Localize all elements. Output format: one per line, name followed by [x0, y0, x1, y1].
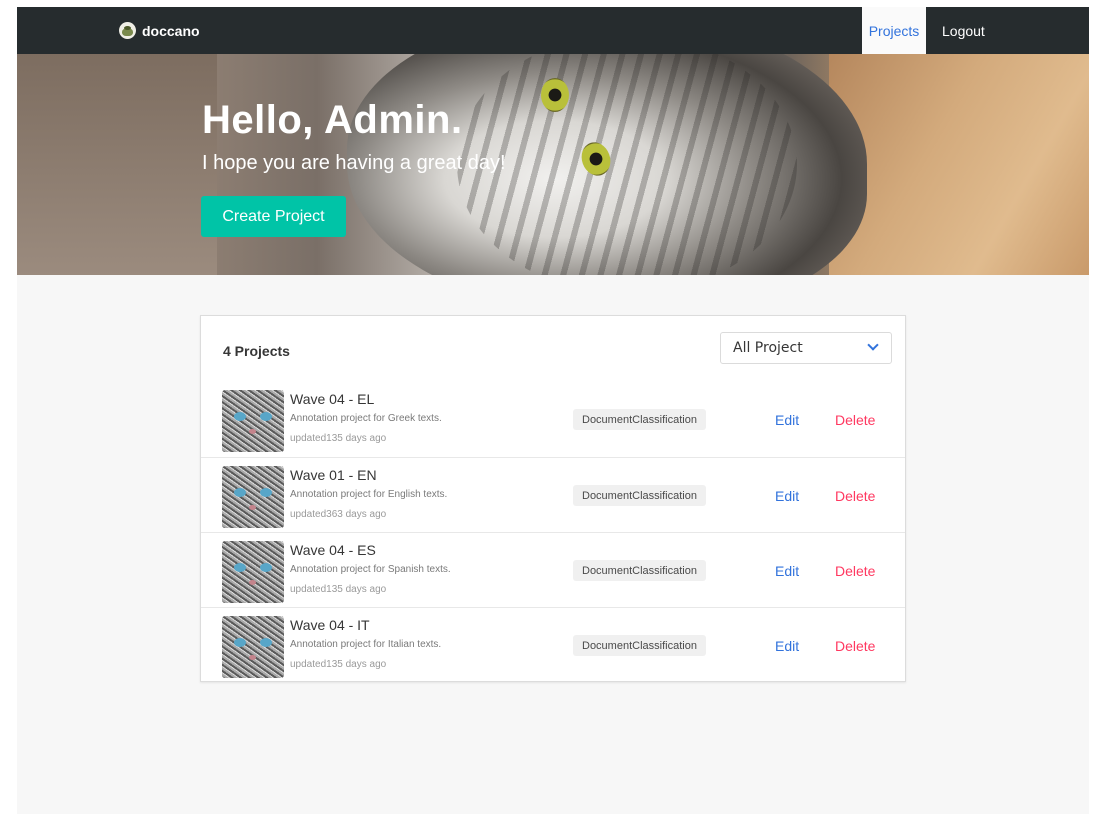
- project-type-tag: DocumentClassification: [573, 409, 706, 430]
- cat-eye-left: [541, 78, 569, 112]
- project-title[interactable]: Wave 01 - EN: [290, 467, 377, 483]
- hero-subtitle: I hope you are having a great day!: [202, 152, 506, 174]
- delete-project-link[interactable]: Delete: [835, 412, 875, 428]
- project-thumbnail: [222, 541, 284, 603]
- create-project-button[interactable]: Create Project: [201, 196, 346, 237]
- edit-project-link[interactable]: Edit: [775, 412, 799, 428]
- projects-panel: 4 Projects All Project Wave 04 - EL Anno…: [200, 315, 906, 682]
- project-type-tag: DocumentClassification: [573, 635, 706, 656]
- project-filter-select[interactable]: All Project: [720, 332, 892, 364]
- project-type-tag: DocumentClassification: [573, 485, 706, 506]
- project-row: Wave 04 - IT Annotation project for Ital…: [201, 607, 905, 682]
- project-updated: updated135 days ago: [290, 433, 387, 444]
- delete-project-link[interactable]: Delete: [835, 638, 875, 654]
- project-description: Annotation project for Italian texts.: [290, 639, 442, 650]
- edit-project-link[interactable]: Edit: [775, 563, 799, 579]
- doccano-logo-icon: [119, 22, 136, 39]
- project-thumbnail: [222, 466, 284, 528]
- edit-project-link[interactable]: Edit: [775, 488, 799, 504]
- project-row: Wave 01 - EN Annotation project for Engl…: [201, 457, 905, 532]
- projects-count: 4 Projects: [223, 343, 290, 359]
- project-type-tag: DocumentClassification: [573, 560, 706, 581]
- chevron-down-icon: [867, 339, 879, 351]
- hero-background-left: [17, 54, 217, 275]
- brand-name: doccano: [142, 22, 200, 39]
- project-thumbnail: [222, 616, 284, 678]
- project-updated: updated135 days ago: [290, 659, 387, 670]
- project-title[interactable]: Wave 04 - EL: [290, 391, 374, 407]
- nav-logout-link[interactable]: Logout: [934, 7, 993, 54]
- project-title[interactable]: Wave 04 - ES: [290, 542, 376, 558]
- hero-background-floor: [829, 54, 1089, 275]
- top-navbar: doccano Projects Logout: [17, 7, 1089, 54]
- project-filter-value: All Project: [733, 340, 803, 356]
- project-title[interactable]: Wave 04 - IT: [290, 617, 370, 633]
- project-description: Annotation project for Spanish texts.: [290, 564, 451, 575]
- edit-project-link[interactable]: Edit: [775, 638, 799, 654]
- project-row: Wave 04 - ES Annotation project for Span…: [201, 532, 905, 607]
- project-updated: updated135 days ago: [290, 584, 387, 595]
- projects-panel-header: 4 Projects All Project: [201, 316, 905, 382]
- hero-cat-stripes: [457, 54, 797, 275]
- delete-project-link[interactable]: Delete: [835, 563, 875, 579]
- project-updated: updated363 days ago: [290, 509, 387, 520]
- project-description: Annotation project for Greek texts.: [290, 413, 442, 424]
- brand[interactable]: doccano: [119, 7, 200, 54]
- hero-title: Hello, Admin.: [202, 98, 463, 142]
- app-frame: doccano Projects Logout Hello, Admin. I …: [17, 7, 1089, 814]
- project-row: Wave 04 - EL Annotation project for Gree…: [201, 382, 905, 457]
- project-thumbnail: [222, 390, 284, 452]
- hero-banner: Hello, Admin. I hope you are having a gr…: [17, 54, 1089, 275]
- delete-project-link[interactable]: Delete: [835, 488, 875, 504]
- nav-projects-link[interactable]: Projects: [862, 7, 926, 54]
- project-description: Annotation project for English texts.: [290, 489, 448, 500]
